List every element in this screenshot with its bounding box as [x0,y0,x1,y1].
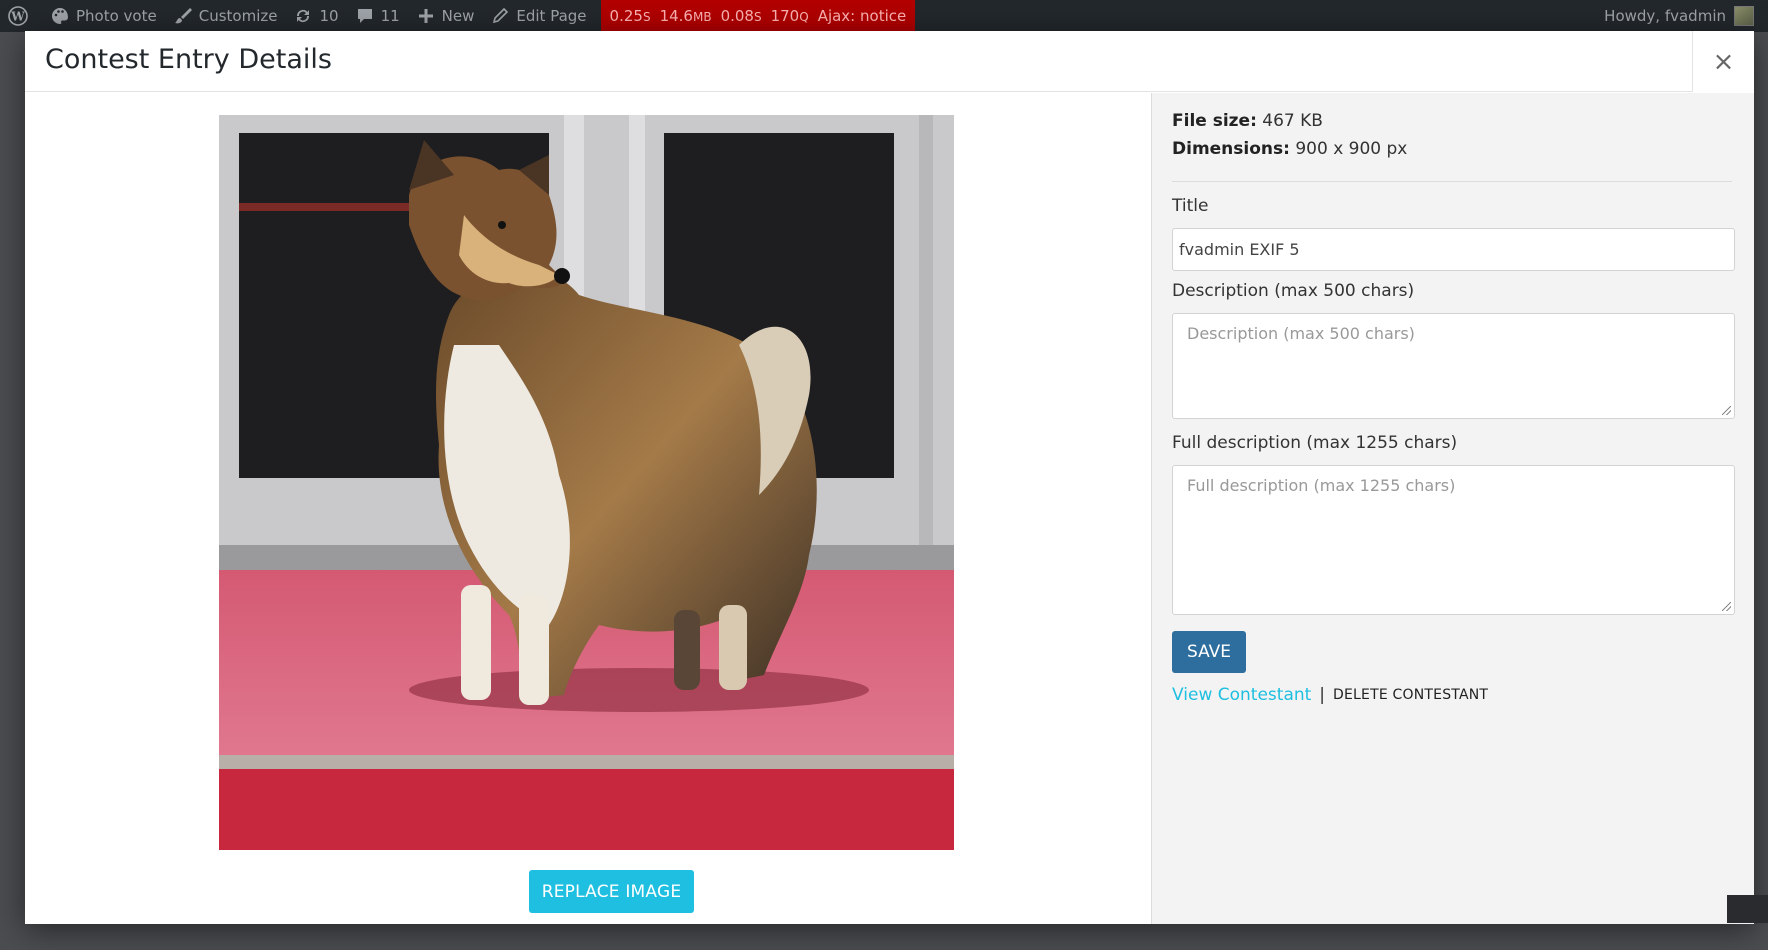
dimensions-row: Dimensions: 900 x 900 px [1172,135,1407,163]
site-name-label: Photo vote [76,7,157,25]
brush-icon [173,6,193,26]
full-description-placeholder: Full description (max 1255 chars) [1187,476,1456,495]
file-size-label: File size: [1172,111,1257,131]
view-contestant-link[interactable]: View Contestant [1172,685,1311,705]
site-name-menu[interactable]: Photo vote [42,0,165,32]
background-page-strip [1727,895,1768,923]
refresh-icon [293,6,313,26]
wordpress-icon: W [8,6,28,26]
contestant-actions: View Contestant | DELETE CONTESTANT [1172,685,1488,705]
image-pane: REPLACE IMAGE [25,93,1151,924]
description-textarea[interactable]: Description (max 500 chars) [1172,313,1735,419]
resize-grip-icon[interactable] [1722,406,1731,415]
debug-query-time: 0.08S [720,7,762,25]
description-placeholder: Description (max 500 chars) [1187,324,1415,343]
modal-header: Contest Entry Details × [25,31,1754,92]
meta-divider [1172,181,1732,182]
plus-icon [416,6,436,26]
delete-contestant-link[interactable]: DELETE CONTESTANT [1333,687,1488,703]
file-size-row: File size: 467 KB [1172,107,1407,135]
resize-grip-icon[interactable] [1722,602,1731,611]
svg-text:W: W [10,10,25,24]
contest-photo [219,115,954,850]
avatar [1734,6,1754,26]
wp-admin-bar: W Photo vote Customize 10 11 New Edit Pa… [0,0,1768,32]
title-input[interactable]: fvadmin EXIF 5 [1172,228,1735,271]
customize-label: Customize [198,7,278,25]
my-account-menu[interactable]: Howdy, fvadmin [1604,0,1768,32]
full-description-textarea[interactable]: Full description (max 1255 chars) [1172,465,1735,615]
contest-entry-modal: Contest Entry Details × REPLACE IMAGE Fi… [25,31,1754,924]
customize-link[interactable]: Customize [165,0,286,32]
close-icon: × [1712,46,1735,77]
edit-page-link[interactable]: Edit Page [482,0,594,32]
howdy-label: Howdy, fvadmin [1604,7,1726,25]
debug-time: 0.25S [609,7,651,25]
modal-title: Contest Entry Details [45,44,332,75]
comment-icon [355,6,375,26]
debug-memory: 14.6MB [659,7,712,25]
comments-link[interactable]: 11 [347,0,408,32]
file-meta: File size: 467 KB Dimensions: 900 x 900 … [1172,107,1407,163]
query-monitor-debug[interactable]: 0.25S 14.6MB 0.08S 170Q Ajax: notice [600,0,916,32]
edit-page-label: Edit Page [516,7,587,25]
wp-logo[interactable]: W [0,0,42,32]
title-label: Title [1172,196,1209,216]
new-label: New [441,7,475,25]
replace-image-button[interactable]: REPLACE IMAGE [529,870,694,913]
comments-count: 11 [380,7,400,25]
file-size-value: 467 KB [1262,111,1323,131]
pencil-icon [490,6,510,26]
debug-queries: 170Q [770,7,809,25]
title-input-value: fvadmin EXIF 5 [1179,240,1300,259]
dimensions-label: Dimensions: [1172,139,1290,159]
full-description-label: Full description (max 1255 chars) [1172,433,1458,453]
updates-count: 10 [319,7,339,25]
debug-ajax: Ajax: notice [817,7,907,25]
action-separator: | [1319,685,1326,705]
palette-icon [50,6,70,26]
save-button[interactable]: SAVE [1172,631,1246,673]
new-content-menu[interactable]: New [408,0,483,32]
details-pane: File size: 467 KB Dimensions: 900 x 900 … [1151,93,1754,924]
dimensions-value: 900 x 900 px [1295,139,1408,159]
description-label: Description (max 500 chars) [1172,281,1415,301]
close-button[interactable]: × [1692,31,1754,92]
updates-link[interactable]: 10 [285,0,346,32]
